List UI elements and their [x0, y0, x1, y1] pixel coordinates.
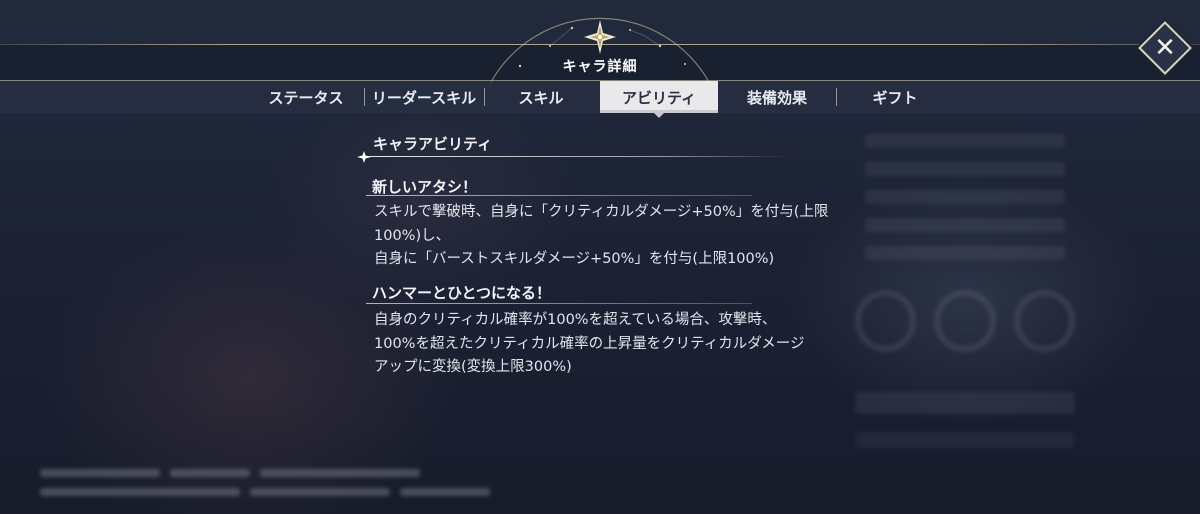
tab-skill[interactable]: スキル	[486, 81, 596, 113]
compass-star-icon	[584, 20, 616, 54]
tab-label: スキル	[518, 88, 564, 107]
tab-label: アビリティ	[621, 88, 697, 107]
ability-description-line: スキルで撃破時、自身に「クリティカルダメージ+50%」を付与(上限	[374, 204, 829, 220]
background-status-panel	[845, 120, 1085, 448]
ability-description-line: 100%)し、	[374, 227, 451, 244]
tab-leader-skill[interactable]: リーダースキル	[366, 81, 482, 113]
tab-label: リーダースキル	[371, 88, 477, 107]
tab-gift[interactable]: ギフト	[840, 81, 950, 113]
tab-label: ギフト	[872, 88, 918, 107]
ability-description-line: アップに変換(変換上限300%)	[374, 359, 572, 375]
ability-description-line: 100%を超えたクリティカル確率の上昇量をクリティカルダメージ	[374, 335, 805, 352]
tab-divider	[484, 88, 485, 106]
ability-description: 自身のクリティカル確率が100%を超えている場合、攻撃時、 100%を超えたクリ…	[374, 309, 844, 380]
ability-description-line: 自身に「バーストスキルダメージ+50%」を付与(上限100%)	[374, 251, 775, 267]
tab-equipment-effect[interactable]: 装備効果	[722, 81, 832, 113]
ability-description: スキルで撃破時、自身に「クリティカルダメージ+50%」を付与(上限 100%)し…	[374, 201, 844, 272]
window-title: キャラ詳細	[562, 59, 638, 75]
sparkle-icon	[357, 151, 371, 163]
tab-divider	[836, 88, 837, 106]
tab-divider	[364, 88, 365, 106]
character-detail-screen: キャラ詳細 ✕ ステータス リーダースキル スキル アビリティ 装備効果 ギフト…	[0, 0, 1200, 514]
tab-ability[interactable]: アビリティ	[600, 81, 718, 113]
ability-divider	[366, 303, 752, 304]
tab-status[interactable]: ステータス	[256, 81, 356, 113]
ability-name: ハンマーとひとつになる！	[372, 284, 551, 302]
tab-label: 装備効果	[746, 88, 807, 107]
section-divider	[360, 156, 790, 157]
active-tab-pointer-icon	[654, 113, 664, 118]
background-footer-text	[40, 462, 640, 496]
ability-description-line: 自身のクリティカル確率が100%を超えている場合、攻撃時、	[374, 312, 777, 328]
tab-label: ステータス	[268, 88, 344, 107]
ability-name: 新しいアタシ！	[372, 178, 478, 196]
section-title: キャラアビリティ	[373, 135, 493, 153]
ability-divider	[366, 195, 752, 196]
close-icon[interactable]: ✕	[1146, 29, 1184, 67]
